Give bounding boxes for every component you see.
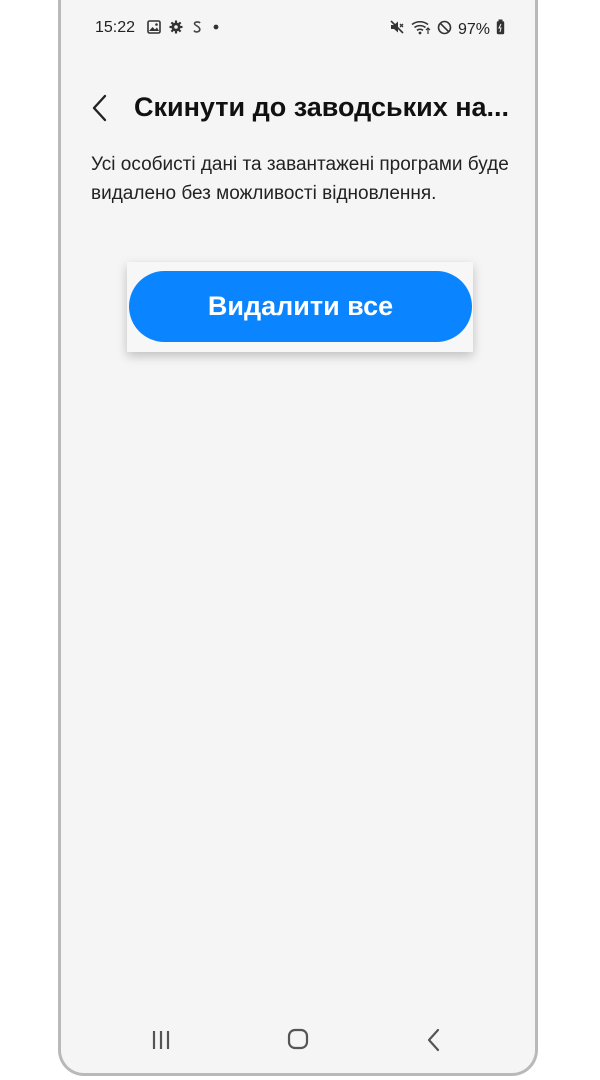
recent-apps-icon	[152, 1031, 170, 1049]
dnd-icon	[437, 20, 452, 40]
page-title: Скинути до заводських на...	[134, 92, 510, 122]
status-left-icons	[147, 20, 221, 39]
battery-icon	[496, 19, 505, 40]
back-button[interactable]	[85, 90, 117, 126]
gallery-icon	[147, 20, 161, 39]
description-text: Усі особисті дані та завантажені програм…	[91, 154, 509, 204]
nav-back-button[interactable]	[414, 1025, 454, 1055]
samsung-s-icon	[191, 20, 203, 39]
status-bar: 15:22 97%	[61, 14, 535, 44]
home-button[interactable]	[278, 1025, 318, 1055]
battery-percent: 97%	[457, 20, 490, 38]
navigation-bar	[61, 1019, 535, 1059]
status-time: 15:22	[95, 19, 136, 36]
recent-apps-button[interactable]	[141, 1025, 181, 1055]
app-header: Скинути до заводських на...	[61, 84, 535, 132]
chevron-left-icon	[92, 94, 107, 122]
back-arrow-icon	[427, 1028, 440, 1052]
home-icon	[287, 1028, 309, 1050]
status-right-icons: 97%	[389, 19, 505, 40]
wifi-icon	[411, 19, 431, 40]
delete-all-button[interactable]: Видалити все	[129, 271, 472, 342]
settings-gear-icon	[169, 20, 183, 39]
mute-icon	[389, 19, 405, 40]
dot-icon	[211, 20, 221, 39]
phone-screen: 15:22 97% Скинути до заводських на... Ус…	[58, 0, 538, 1076]
button-highlight: Видалити все	[127, 262, 473, 352]
